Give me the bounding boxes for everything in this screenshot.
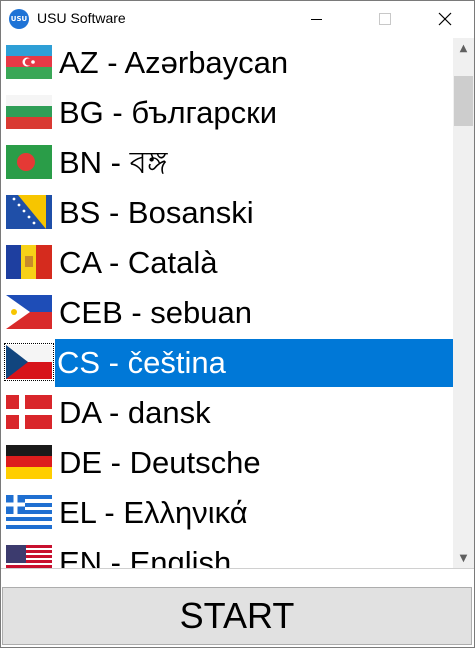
language-item-bn[interactable]: BN - বঙ্গ	[1, 138, 453, 188]
flag-us-icon	[6, 545, 52, 568]
language-item-bg[interactable]: BG - български	[1, 88, 453, 138]
language-label: CA - Català	[59, 245, 218, 280]
flag-bd-icon	[6, 145, 52, 179]
flag-ph-icon	[6, 295, 52, 329]
scroll-up-icon: ▲	[459, 42, 468, 54]
flag-de-icon	[6, 445, 52, 479]
language-label: EN - English	[59, 545, 232, 568]
app-window: USU USU Software AZ - Azərbaycan BG - бъ…	[0, 0, 475, 648]
language-label: CEB - sebuan	[59, 295, 252, 330]
language-label: CS - čeština	[55, 339, 453, 387]
scroll-up-button[interactable]: ▲	[453, 38, 474, 58]
language-item-ca[interactable]: CA - Català	[1, 238, 453, 288]
divider	[1, 568, 474, 569]
language-item-el[interactable]: EL - Ελληνικά	[1, 488, 453, 538]
maximize-icon	[379, 13, 391, 25]
language-item-de[interactable]: DE - Deutsche	[1, 438, 453, 488]
flag-gr-icon	[6, 495, 52, 529]
flag-ba-icon	[6, 195, 52, 229]
minimize-icon	[310, 18, 322, 20]
close-icon	[438, 12, 452, 26]
language-item-da[interactable]: DA - dansk	[1, 388, 453, 438]
language-item-az[interactable]: AZ - Azərbaycan	[1, 38, 453, 88]
flag-ad-icon	[6, 245, 52, 279]
minimize-button[interactable]	[293, 1, 339, 37]
start-button[interactable]: START	[2, 587, 472, 645]
language-label: DE - Deutsche	[59, 445, 261, 480]
language-item-cs[interactable]: CS - čeština	[1, 338, 453, 388]
language-label: BN - বঙ্গ	[59, 145, 168, 180]
vertical-scrollbar[interactable]: ▲ ▼	[453, 38, 474, 568]
flag-cz-icon	[4, 343, 54, 381]
app-logo-icon: USU	[9, 9, 29, 29]
close-button[interactable]	[422, 1, 468, 37]
language-label: DA - dansk	[59, 395, 211, 430]
window-title: USU Software	[37, 10, 126, 26]
flag-dk-icon	[6, 395, 52, 429]
title-bar[interactable]: USU USU Software	[1, 1, 474, 37]
scrollbar-thumb[interactable]	[454, 76, 473, 126]
language-item-bs[interactable]: BS - Bosanski	[1, 188, 453, 238]
language-label: AZ - Azərbaycan	[59, 45, 289, 80]
flag-bg-icon	[6, 95, 52, 129]
scroll-down-button[interactable]: ▼	[453, 548, 474, 568]
language-item-en[interactable]: EN - English	[1, 538, 453, 568]
flag-az-icon	[6, 45, 52, 79]
language-list[interactable]: AZ - Azərbaycan BG - български BN - বঙ্গ	[1, 38, 453, 568]
scroll-down-icon: ▼	[459, 552, 468, 564]
language-label: BS - Bosanski	[59, 195, 254, 230]
language-item-ceb[interactable]: CEB - sebuan	[1, 288, 453, 338]
language-label: BG - български	[59, 95, 278, 130]
maximize-button[interactable]	[362, 1, 408, 37]
language-label: EL - Ελληνικά	[59, 495, 248, 530]
